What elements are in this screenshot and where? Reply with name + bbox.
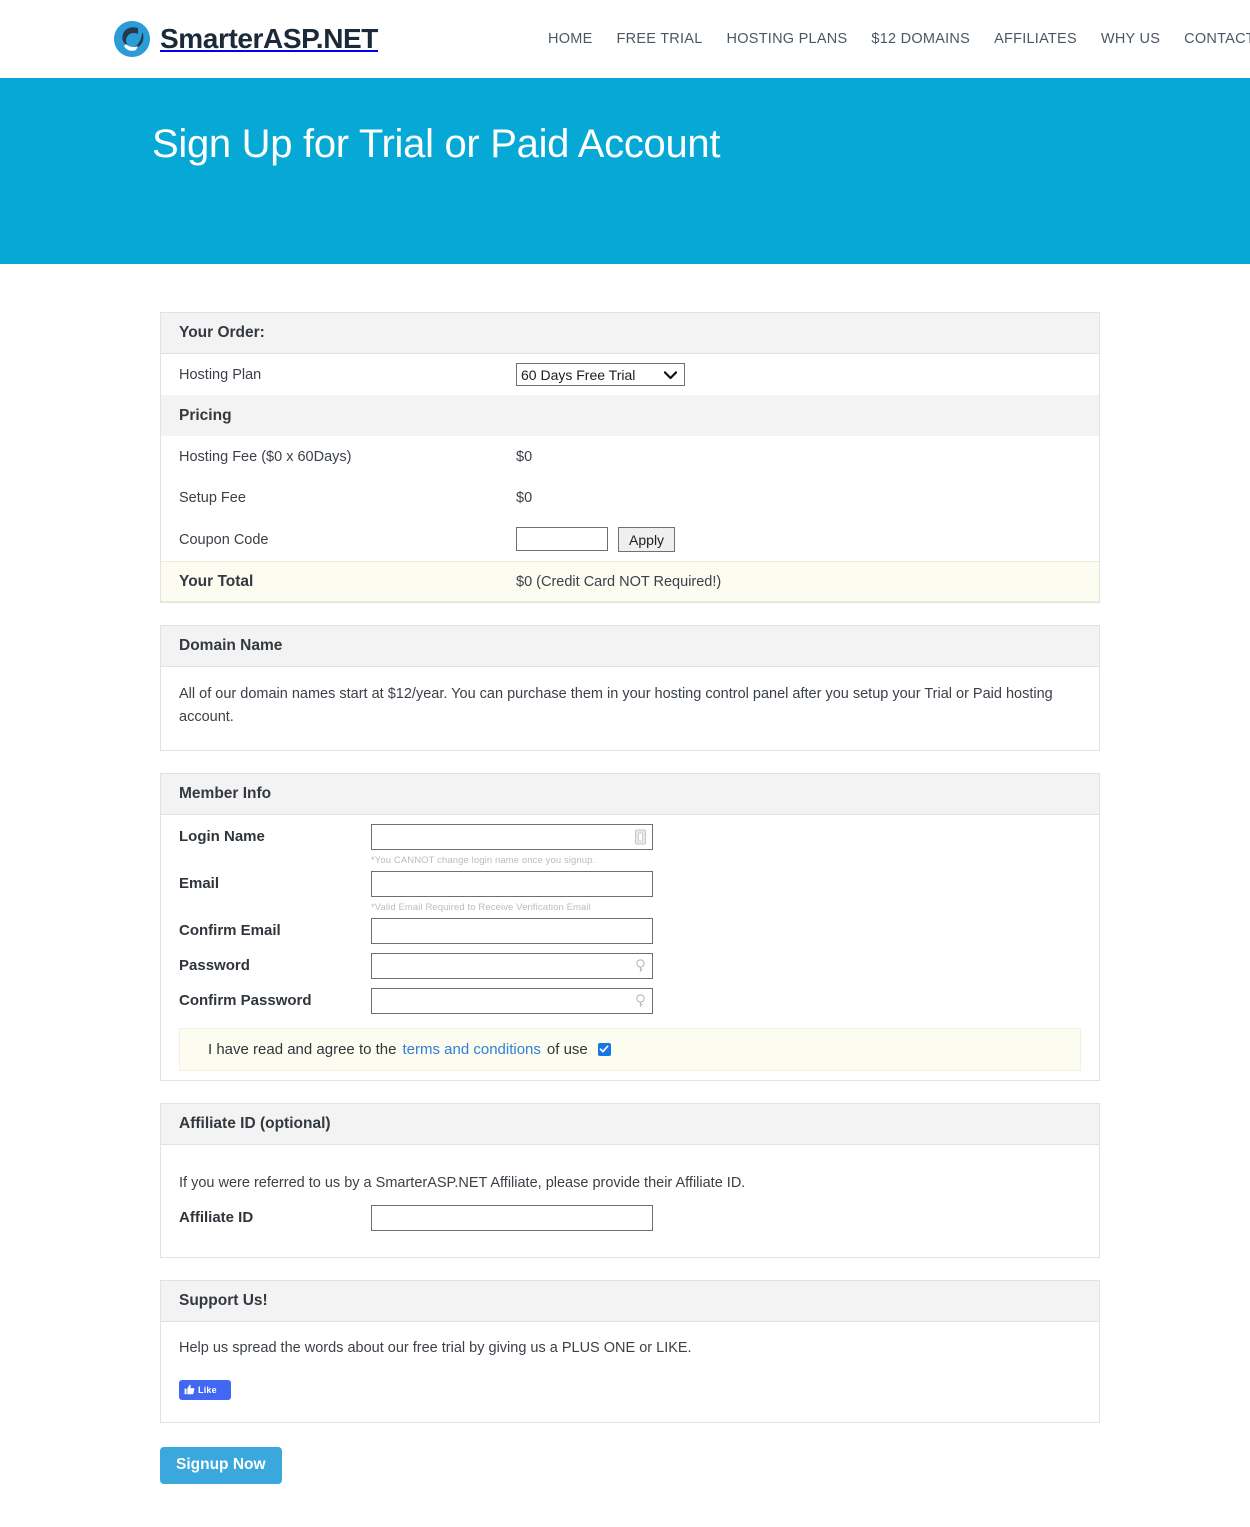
member-info-panel: Member Info Login Name *You CANNOT chang… (160, 772, 1100, 1081)
terms-suffix-text: of use (546, 1040, 588, 1058)
nav-item-free-trial[interactable]: FREE TRIAL (617, 31, 703, 47)
order-section-title: Your Order: (161, 313, 1099, 354)
nav-item-hosting-plans[interactable]: HOSTING PLANS (727, 31, 848, 47)
login-name-label: Login Name (179, 828, 265, 846)
terms-and-conditions-link[interactable]: terms and conditions (402, 1041, 540, 1058)
password-row: Password (161, 952, 1099, 979)
pricing-section-title: Pricing (179, 406, 232, 424)
terms-agreement-bar: I have read and agree to the terms and c… (179, 1027, 1081, 1071)
email-field-wrap (371, 870, 653, 897)
nav-item-why-us[interactable]: WHY US (1101, 31, 1160, 47)
pricing-section-title-row: Pricing (161, 395, 1099, 436)
confirm-password-input[interactable] (371, 987, 653, 1014)
total-row: Your Total $0 (Credit Card NOT Required!… (161, 561, 1099, 602)
password-input[interactable] (371, 952, 653, 979)
affiliate-id-label: Affiliate ID (179, 1209, 254, 1227)
coupon-label: Coupon Code (179, 531, 269, 548)
affiliate-id-field-wrap (371, 1204, 653, 1231)
domain-panel: Domain Name All of our domain names star… (160, 625, 1100, 751)
terms-prefix-text: I have read and agree to the (208, 1040, 397, 1058)
confirm-password-label: Confirm Password (179, 992, 312, 1010)
affiliate-section-title: Affiliate ID (optional) (161, 1103, 1099, 1145)
setup-fee-row: Setup Fee $0 (161, 477, 1099, 518)
nav-item-home[interactable]: HOME (548, 31, 593, 47)
hosting-plan-label: Hosting Plan (179, 366, 262, 383)
affiliate-id-row: Affiliate ID (161, 1199, 1099, 1257)
brand-secondary: ASP.NET (263, 23, 378, 54)
confirm-email-input[interactable] (371, 917, 653, 944)
terms-agree-checkbox[interactable] (597, 1042, 611, 1056)
email-input[interactable] (371, 870, 653, 897)
order-panel: Your Order: Hosting Plan 60 Days Free Tr… (160, 312, 1100, 603)
hosting-fee-label: Hosting Fee ($0 x 60Days) (179, 448, 352, 465)
member-info-section-title: Member Info (161, 773, 1099, 815)
affiliate-panel: Affiliate ID (optional) If you were refe… (160, 1102, 1100, 1258)
setup-fee-label: Setup Fee (179, 489, 246, 506)
signup-page: SmarterASP.NET HOME FREE TRIAL HOSTING P… (0, 0, 1250, 1510)
login-name-input[interactable] (371, 823, 653, 850)
password-field-wrap (371, 952, 653, 979)
confirm-email-field-wrap (371, 917, 653, 944)
brand-text: SmarterASP.NET (160, 25, 378, 53)
hero-banner: Sign Up for Trial or Paid Account (0, 78, 1250, 264)
coupon-row: Coupon Code Apply (161, 518, 1099, 561)
site-header: SmarterASP.NET HOME FREE TRIAL HOSTING P… (0, 0, 1250, 78)
nav-item-12-domains[interactable]: $12 DOMAINS (871, 31, 970, 47)
total-value: $0 (Credit Card NOT Required!) (516, 573, 722, 590)
support-panel: Support Us! Help us spread the words abo… (160, 1279, 1100, 1423)
hosting-fee-value: $0 (516, 448, 533, 465)
email-hint: *Valid Email Required to Receive Verific… (371, 901, 591, 913)
confirm-password-field-wrap (371, 987, 653, 1014)
facebook-like-label: Like (198, 1384, 217, 1395)
password-label: Password (179, 957, 250, 975)
affiliate-id-input[interactable] (371, 1204, 653, 1231)
main-nav: HOME FREE TRIAL HOSTING PLANS $12 DOMAIN… (548, 31, 1250, 47)
brand-primary: Smarter (160, 23, 264, 54)
facebook-like-button[interactable]: Like (179, 1379, 231, 1400)
confirm-password-row: Confirm Password (161, 987, 1099, 1014)
support-section-title: Support Us! (161, 1280, 1099, 1322)
thumbs-up-icon (184, 1385, 195, 1395)
apply-coupon-button[interactable]: Apply (618, 527, 676, 552)
email-label: Email (179, 875, 220, 893)
confirm-email-label: Confirm Email (179, 922, 281, 940)
login-name-row: Login Name (161, 823, 1099, 850)
main-content: Your Order: Hosting Plan 60 Days Free Tr… (0, 264, 1250, 1510)
brand-logo-link[interactable]: SmarterASP.NET (112, 19, 378, 59)
check-icon (599, 1045, 609, 1053)
domain-body-text: All of our domain names start at $12/yea… (179, 686, 1053, 726)
domain-section-title: Domain Name (161, 626, 1099, 667)
page-title: Sign Up for Trial or Paid Account (152, 122, 721, 166)
total-label: Your Total (179, 572, 254, 590)
setup-fee-value: $0 (516, 489, 533, 506)
hosting-plan-row: Hosting Plan 60 Days Free Trial (161, 354, 1099, 395)
support-body-text: Help us spread the words about our free … (179, 1339, 692, 1356)
affiliate-intro-text: If you were referred to us by a SmarterA… (179, 1174, 746, 1191)
nav-item-contact-us[interactable]: CONTACT US (1184, 31, 1250, 47)
login-name-hint: *You CANNOT change login name once you s… (371, 854, 596, 866)
coupon-controls: Apply (516, 527, 1099, 552)
email-row: Email (161, 870, 1099, 897)
hosting-fee-row: Hosting Fee ($0 x 60Days) $0 (161, 436, 1099, 477)
nav-item-affiliates[interactable]: AFFILIATES (994, 31, 1077, 47)
confirm-email-row: Confirm Email (161, 917, 1099, 944)
signup-now-button[interactable]: Signup Now (160, 1446, 282, 1484)
hosting-plan-select[interactable]: 60 Days Free Trial (516, 363, 685, 386)
hosting-plan-select-wrap: 60 Days Free Trial (516, 363, 685, 386)
login-name-field-wrap (371, 823, 653, 850)
coupon-input[interactable] (516, 527, 608, 551)
smarteraspnet-logo-icon (114, 21, 150, 57)
hosting-plan-value: 60 Days Free Trial (516, 363, 1099, 386)
